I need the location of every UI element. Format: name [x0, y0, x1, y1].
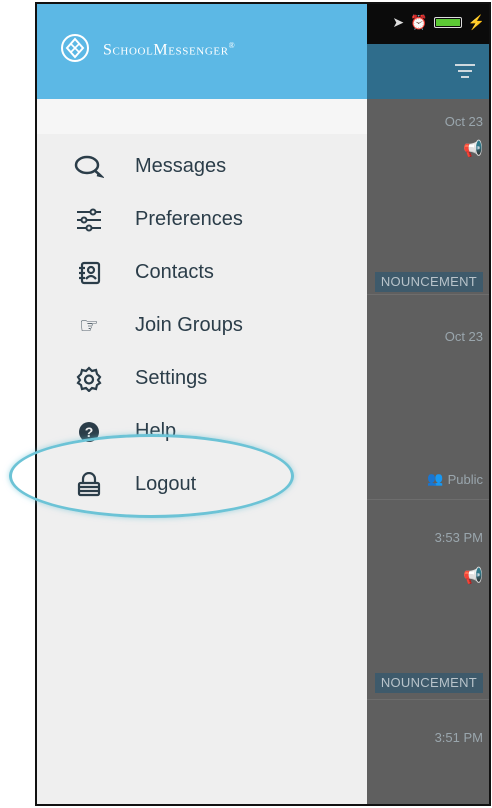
group-icon: 👥	[427, 471, 444, 486]
public-text: Public	[447, 471, 483, 487]
list-item[interactable]: Oct 23 📢 NOUNCEMENT	[367, 99, 489, 292]
navigation-drawer: SchoolMessenger® Messages Preferences Co…	[37, 4, 367, 804]
brand-name: SchoolMessenger®	[103, 41, 235, 59]
announcement-badge: NOUNCEMENT	[374, 272, 483, 292]
trademark: ®	[228, 41, 236, 50]
menu-label-join-groups: Join Groups	[135, 314, 243, 336]
menu-label-settings: Settings	[135, 367, 208, 389]
menu-item-settings[interactable]: Settings	[37, 352, 367, 405]
gear-icon	[73, 363, 105, 395]
menu-item-join-groups[interactable]: ☞ Join Groups	[37, 299, 367, 352]
charging-icon: ⚡	[467, 14, 485, 30]
menu-item-messages[interactable]: Messages	[37, 140, 367, 193]
address-book-icon	[73, 257, 105, 289]
menu-label-contacts: Contacts	[135, 261, 214, 283]
menu-label-help: Help	[135, 420, 177, 442]
battery-icon	[433, 17, 462, 28]
menu-label-preferences: Preferences	[135, 208, 243, 230]
alarm-icon: ⏰	[410, 14, 428, 30]
location-icon: ➤	[392, 14, 405, 30]
public-label: 👥 Public	[427, 471, 483, 487]
menu-label-logout: Logout	[135, 473, 197, 495]
brand-name-text: SchoolMessenger	[103, 41, 229, 59]
phone-frame: ➤ ⏰ ⚡ Oct 23 📢 NOUNCEMENT Oct 23 👥 Publi…	[35, 2, 491, 806]
message-time: 3:51 PM	[434, 730, 483, 745]
sliders-icon	[73, 204, 105, 236]
list-item[interactable]: 3:53 PM 📢 NOUNCEMENT	[367, 500, 489, 695]
menu-item-logout[interactable]: Logout	[37, 458, 367, 511]
message-time: 3:53 PM	[434, 530, 483, 545]
menu-label-messages: Messages	[135, 155, 227, 177]
announcement-badge: NOUNCEMENT	[374, 673, 483, 693]
pointing-hand-icon: ☞	[79, 312, 99, 338]
svg-text:?: ?	[85, 424, 94, 440]
list-item[interactable]: 3:51 PM	[367, 700, 489, 800]
filter-icon[interactable]	[455, 64, 475, 82]
megaphone-icon: 📢	[463, 568, 483, 585]
menu-item-preferences[interactable]: Preferences	[37, 193, 367, 246]
drawer-menu: Messages Preferences Contacts ☞ Join Gro…	[37, 140, 367, 511]
drawer-header: SchoolMessenger®	[37, 4, 367, 99]
menu-item-help[interactable]: ? Help	[37, 405, 367, 458]
list-item[interactable]: Oct 23 👥 Public	[367, 295, 489, 495]
status-icons: ➤ ⏰ ⚡	[392, 14, 485, 31]
messages-icon	[73, 151, 105, 183]
drawer-subheader	[37, 99, 367, 134]
message-list: Oct 23 📢 NOUNCEMENT Oct 23 👥 Public 3:53…	[367, 99, 489, 804]
lock-icon	[73, 469, 105, 501]
schoolmessenger-logo-icon	[61, 34, 89, 62]
app-header	[367, 44, 489, 99]
menu-item-contacts[interactable]: Contacts	[37, 246, 367, 299]
help-icon: ?	[73, 416, 105, 448]
message-time: Oct 23	[444, 329, 483, 344]
status-bar: ➤ ⏰ ⚡	[367, 4, 489, 44]
megaphone-icon: 📢	[463, 141, 483, 158]
message-time: Oct 23	[444, 114, 483, 129]
